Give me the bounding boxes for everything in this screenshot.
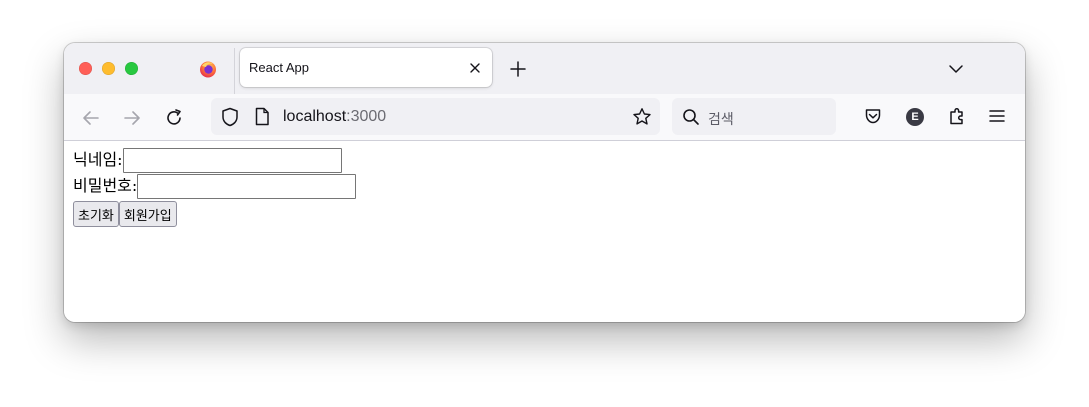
password-label: 비밀번호: xyxy=(73,176,138,195)
tab-react-app[interactable]: React App xyxy=(240,48,492,87)
url-host: localhost xyxy=(283,108,347,125)
search-placeholder: 검색 xyxy=(708,112,734,128)
forward-arrow-icon[interactable] xyxy=(122,108,142,128)
nickname-input[interactable] xyxy=(122,147,342,173)
zoom-window-button[interactable] xyxy=(125,62,138,75)
address-bar[interactable]: localhost:3000 xyxy=(211,98,660,135)
star-icon[interactable] xyxy=(632,107,652,127)
url-text[interactable]: localhost:3000 xyxy=(283,108,386,126)
password-row: 비밀번호: xyxy=(73,173,357,199)
page-content: 닉네임: 비밀번호: 초기화 회원가입 xyxy=(64,141,1025,322)
reload-icon[interactable] xyxy=(164,108,184,128)
pocket-icon[interactable] xyxy=(864,107,882,125)
minimize-window-button[interactable] xyxy=(102,62,115,75)
close-window-button[interactable] xyxy=(79,62,92,75)
tab-title: React App xyxy=(249,60,309,75)
browser-window: React App localhost:3000 검색 E 닉네임: 비밀번호:… xyxy=(64,43,1025,322)
firefox-logo-icon[interactable] xyxy=(199,60,217,78)
shield-icon[interactable] xyxy=(221,107,239,127)
puzzle-icon[interactable] xyxy=(947,106,967,126)
navigation-toolbar: localhost:3000 검색 E xyxy=(64,94,1025,141)
plus-icon[interactable] xyxy=(509,60,527,78)
hamburger-menu-icon[interactable] xyxy=(989,108,1005,124)
tab-divider xyxy=(234,48,235,94)
title-bar: React App xyxy=(64,43,1025,94)
extension-avatar[interactable]: E xyxy=(906,108,924,126)
back-arrow-icon[interactable] xyxy=(81,108,101,128)
url-port: :3000 xyxy=(346,108,387,125)
reset-button[interactable]: 초기화 xyxy=(73,201,119,227)
search-bar[interactable]: 검색 xyxy=(672,98,836,135)
search-icon xyxy=(683,109,699,125)
signup-button[interactable]: 회원가입 xyxy=(118,201,177,227)
chevron-down-icon[interactable] xyxy=(948,61,964,77)
page-icon[interactable] xyxy=(254,107,270,126)
button-row: 초기화 회원가입 xyxy=(73,201,177,227)
password-input[interactable] xyxy=(137,173,357,199)
close-icon[interactable] xyxy=(468,61,482,75)
nickname-label: 닉네임: xyxy=(73,150,123,169)
nickname-row: 닉네임: xyxy=(73,147,342,173)
